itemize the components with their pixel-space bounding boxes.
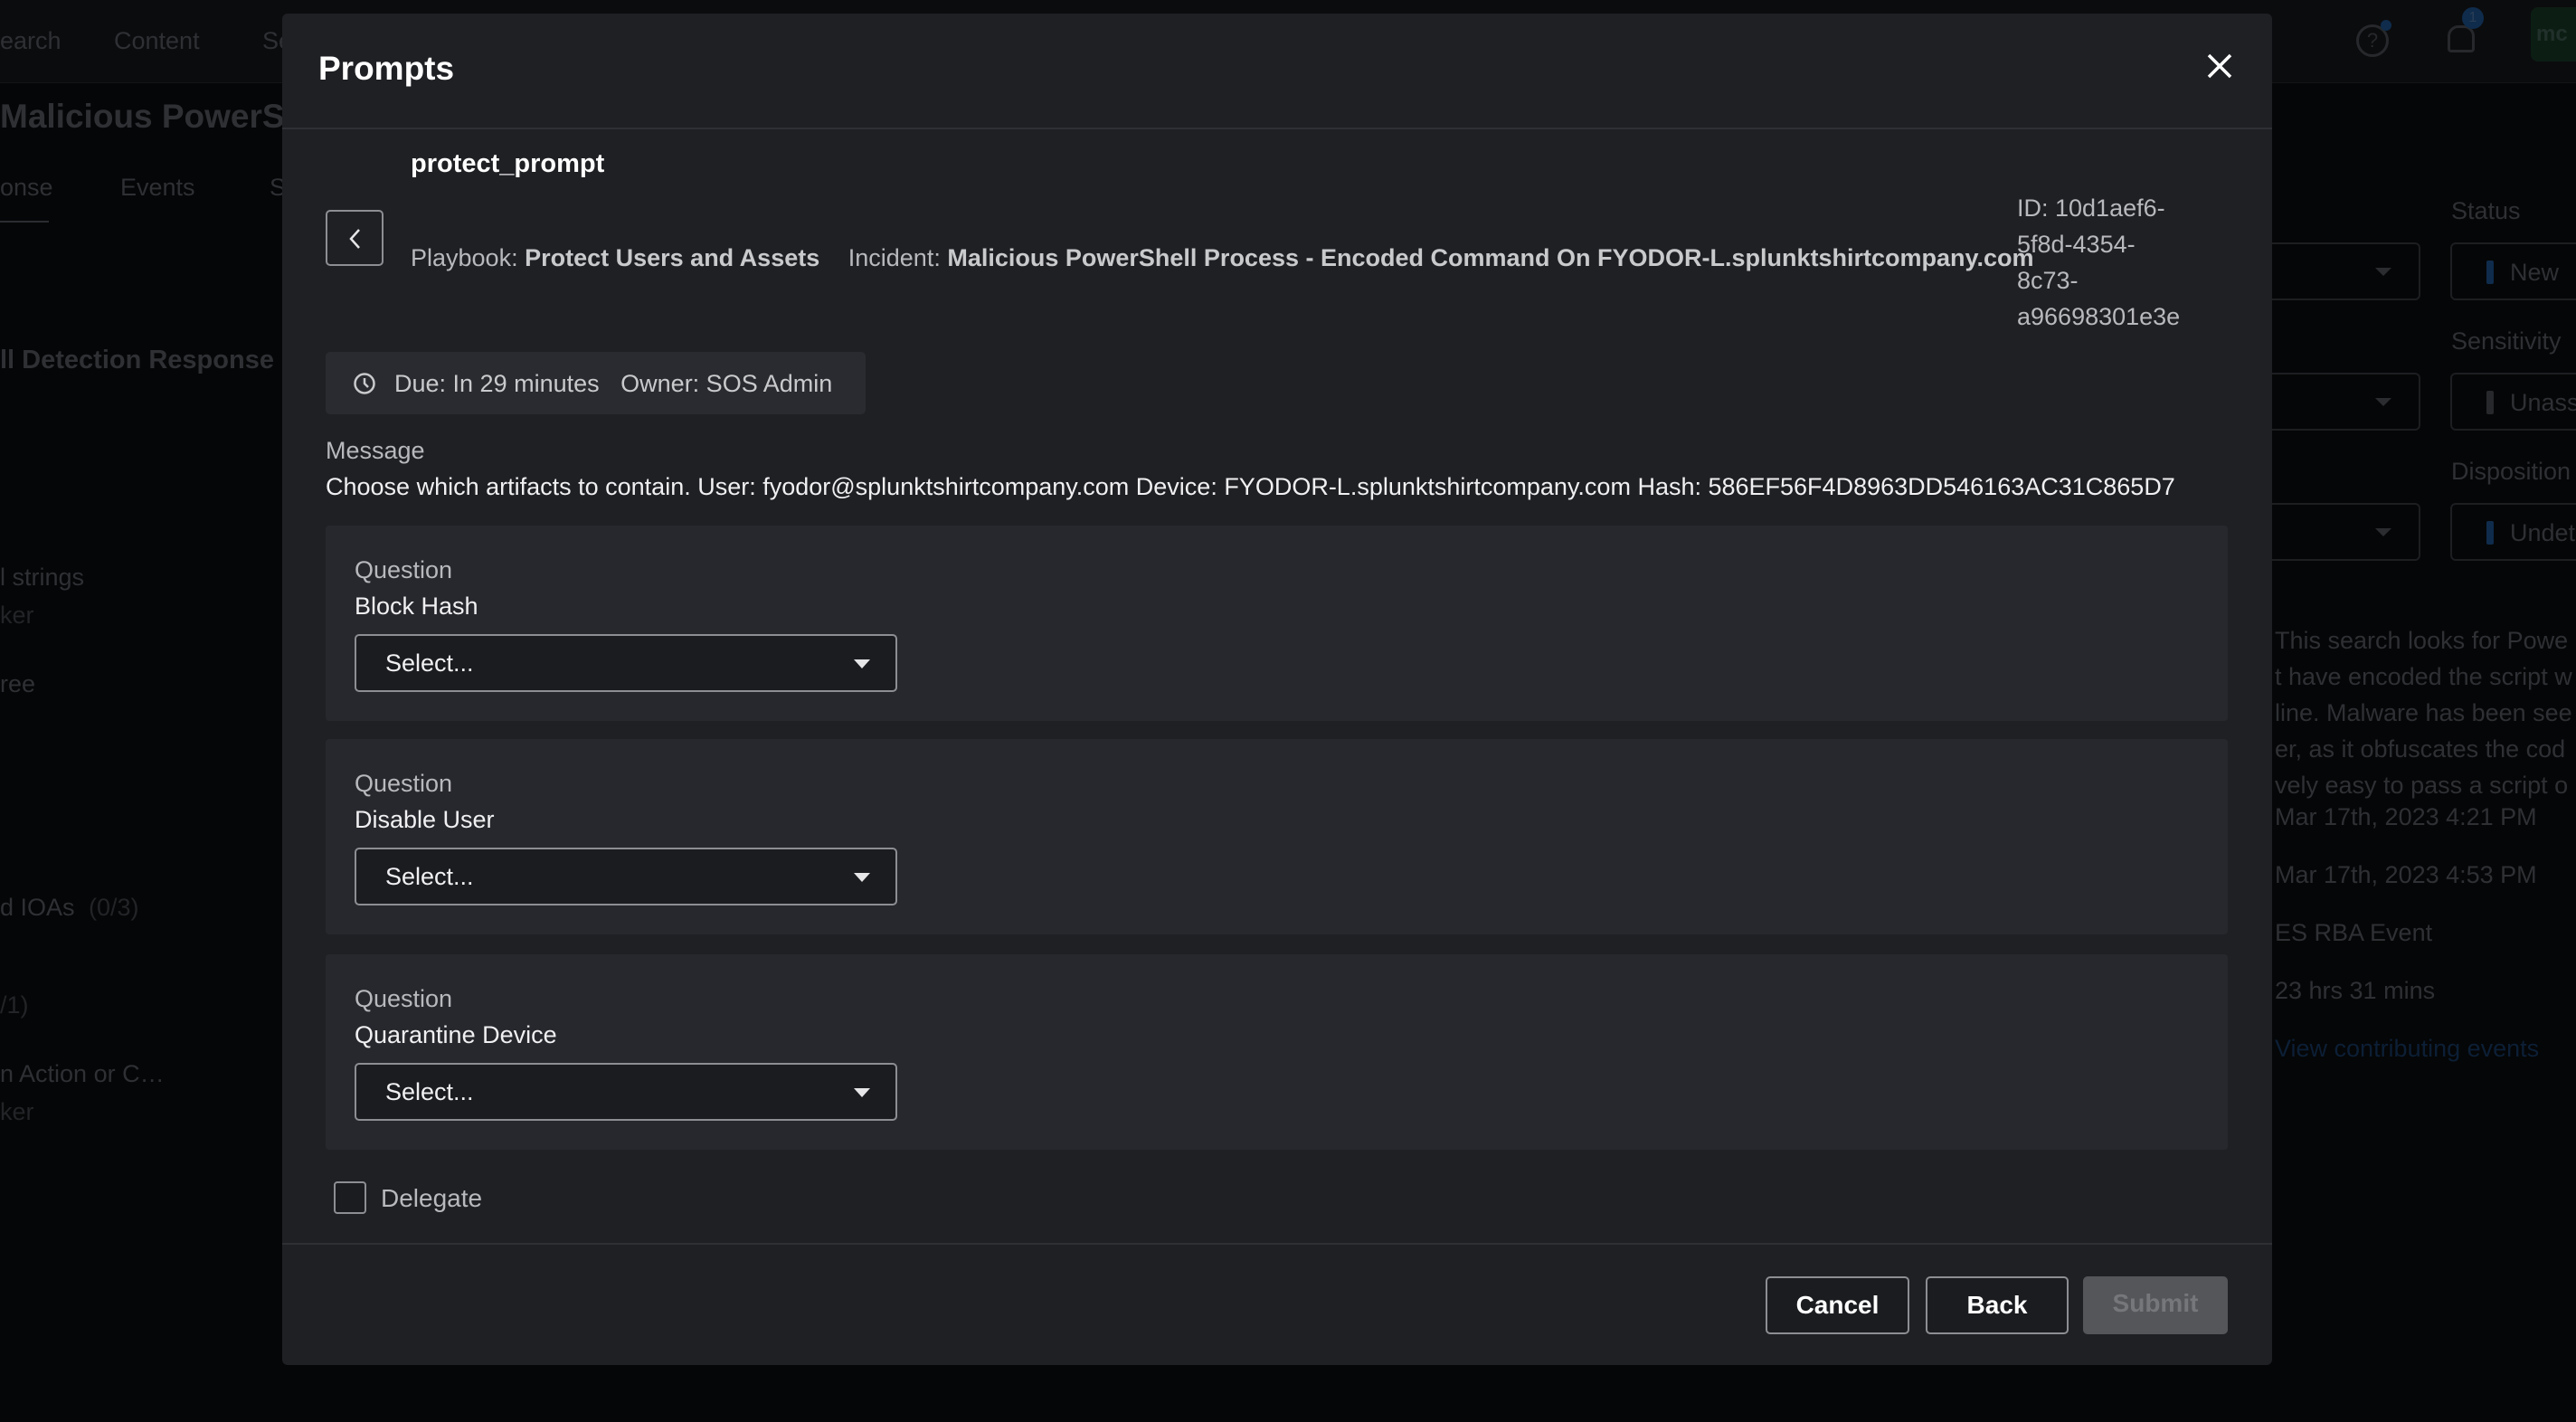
bg-select[interactable] <box>2252 503 2420 561</box>
clock-icon <box>354 373 375 394</box>
source: ES RBA Event <box>2275 919 2433 946</box>
prompts-dialog: Prompts protect_prompt Playbook: Protect… <box>282 14 2272 1365</box>
question-name: Disable User <box>355 806 495 833</box>
status-value: New <box>2510 259 2560 286</box>
disposition-select[interactable]: Undete <box>2450 503 2576 561</box>
status-label: Status <box>2451 197 2521 224</box>
question-label: Question <box>355 770 453 797</box>
block-hash-select[interactable]: Select... <box>355 634 897 692</box>
footer-divider <box>282 1243 2272 1245</box>
bg-select[interactable] <box>2252 242 2420 300</box>
dialog-title: Prompts <box>318 50 455 87</box>
task-title[interactable]: l strings <box>0 564 84 592</box>
question-label: Question <box>355 985 453 1012</box>
nav-content[interactable]: Content <box>114 27 200 55</box>
caret-down-icon <box>854 1088 870 1097</box>
tab-events[interactable]: Events <box>120 174 195 202</box>
chevron-left-icon <box>349 229 360 249</box>
playbook-name[interactable]: Protect Users and Assets <box>525 244 819 271</box>
sensitivity-select[interactable]: Unassi <box>2450 373 2576 431</box>
due-text: Due: In 29 minutes <box>394 370 600 397</box>
prompt-name: protect_prompt <box>411 149 605 178</box>
section-title: ll Detection Response <box>0 346 274 374</box>
delegate-checkbox[interactable] <box>334 1181 366 1214</box>
bell-icon[interactable] <box>2448 25 2475 52</box>
sensitivity-label: Sensitivity <box>2451 327 2562 355</box>
question-name: Quarantine Device <box>355 1021 557 1048</box>
back-arrow-button[interactable] <box>326 210 384 266</box>
incident-label: Incident: <box>848 244 941 271</box>
question-card: Question Disable User Select... <box>326 739 2228 934</box>
task-title[interactable]: ree <box>0 670 35 698</box>
select-placeholder: Select... <box>385 863 474 890</box>
created-time: Mar 17th, 2023 4:21 PM <box>2275 803 2537 830</box>
tab-underline <box>0 221 49 223</box>
updated-time: Mar 17th, 2023 4:53 PM <box>2275 861 2537 888</box>
due-owner-box: Due: In 29 minutes Owner: SOS Admin <box>326 352 866 414</box>
sensitivity-value: Unassi <box>2510 389 2576 416</box>
message-label: Message <box>326 437 425 464</box>
disposition-label: Disposition <box>2451 458 2571 485</box>
incident-name[interactable]: Malicious PowerShell Process - Encoded C… <box>947 244 2033 271</box>
dialog-header: Prompts <box>282 14 2272 129</box>
message-text: Choose which artifacts to contain. User:… <box>326 473 2175 500</box>
task-sub: ker <box>0 602 34 629</box>
contributing-events-link[interactable]: View contributing events <box>2275 1035 2539 1063</box>
quarantine-device-select[interactable]: Select... <box>355 1063 897 1121</box>
playbook-label: Playbook: <box>411 244 518 271</box>
avatar[interactable]: mc <box>2531 7 2576 62</box>
nav-search[interactable]: earch <box>0 27 62 55</box>
description: This search looks for Powe t have encoded… <box>2275 627 2572 799</box>
prompt-id: ID: 10d1aef6- 5f8d-4354- 8c73- a96698301e3e <box>2017 194 2181 330</box>
disposition-value: Undete <box>2510 519 2576 546</box>
help-badge <box>2381 20 2391 31</box>
incident-title: Malicious PowerSh <box>0 98 306 135</box>
question-label: Question <box>355 556 453 583</box>
ioas-label: d IOAs <box>0 894 75 921</box>
caret-down-icon <box>854 873 870 882</box>
status-select[interactable]: New <box>2450 242 2576 300</box>
submit-button[interactable]: Submit <box>2083 1276 2228 1334</box>
select-placeholder: Select... <box>385 1078 474 1105</box>
caret-down-icon <box>854 659 870 668</box>
back-button[interactable]: Back <box>1926 1276 2069 1334</box>
ioas-count: (0/3) <box>89 894 139 921</box>
count: /1) <box>0 991 29 1019</box>
close-icon[interactable] <box>2203 50 2236 82</box>
prompt-meta: Playbook: Protect Users and Assets Incid… <box>411 244 2034 272</box>
notification-badge: 1 <box>2462 7 2484 29</box>
cancel-button[interactable]: Cancel <box>1766 1276 1909 1334</box>
disable-user-select[interactable]: Select... <box>355 848 897 905</box>
question-card: Question Quarantine Device Select... <box>326 954 2228 1150</box>
bg-select[interactable] <box>2252 373 2420 431</box>
task-sub: ker <box>0 1098 34 1125</box>
select-placeholder: Select... <box>385 649 474 677</box>
question-card: Question Block Hash Select... <box>326 526 2228 721</box>
age: 23 hrs 31 mins <box>2275 977 2436 1004</box>
tab-response[interactable]: onse <box>0 174 53 202</box>
task-title[interactable]: n Action or C… <box>0 1060 165 1088</box>
delegate-label[interactable]: Delegate <box>381 1184 482 1213</box>
owner-text: Owner: SOS Admin <box>620 370 833 397</box>
question-name: Block Hash <box>355 592 478 620</box>
